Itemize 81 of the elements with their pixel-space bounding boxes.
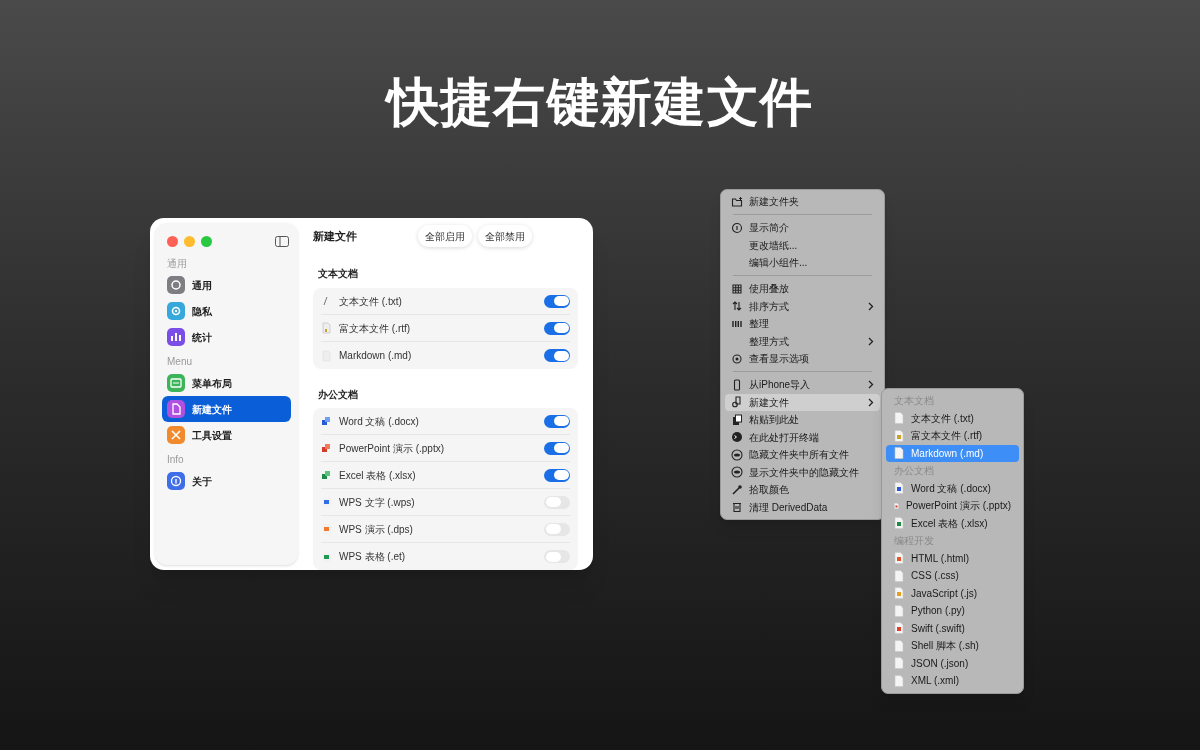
menu-item[interactable]: 整理方式 (725, 332, 880, 350)
menu-item[interactable]: 使用叠放 (725, 280, 880, 298)
menu-item[interactable]: CSS (.css) (886, 567, 1019, 585)
headline: 快捷右键新建文件 (386, 76, 814, 128)
phone-icon (731, 378, 743, 391)
menu-item[interactable]: Excel 表格 (.xlsx) (886, 514, 1019, 532)
file-type-label: WPS 表格 (.et) (339, 550, 406, 564)
toggle-switch[interactable] (544, 441, 570, 455)
powerpoint-doc-icon (321, 442, 332, 454)
info-icon (167, 472, 185, 490)
menu-item[interactable]: 在此处打开终端 (725, 428, 880, 446)
excel-doc-icon (321, 469, 332, 481)
toggle-switch[interactable] (544, 349, 570, 362)
menu-item[interactable]: 显示简介 (725, 219, 880, 237)
menu-item[interactable]: 富文本文件 (.rtf) (886, 427, 1019, 445)
section-heading: 办公文档 (317, 388, 359, 402)
file-type-label: WPS 演示 (.dps) (339, 522, 413, 537)
section-label: 通用 (166, 257, 188, 271)
menu-item[interactable]: PowerPoint 演示 (.pptx) (886, 497, 1019, 515)
menu-item[interactable]: Word 文稿 (.docx) (886, 479, 1019, 497)
menu-item[interactable]: 隐藏文件夹中所有文件 (725, 446, 880, 464)
sidebar-item[interactable]: 关于 (162, 468, 291, 494)
menu-item[interactable]: 清理 DerivedData (725, 498, 880, 516)
menu-item[interactable]: 拾取颜色 (725, 481, 880, 499)
toolbar-button[interactable]: 全部禁用 (478, 225, 532, 247)
page-title: 新建文件 (313, 228, 358, 244)
folder-plus-icon (731, 195, 743, 208)
menu-item[interactable]: 查看显示选项 (725, 350, 880, 368)
section-label: Info (166, 453, 185, 467)
file-type-label: PowerPoint 演示 (.pptx) (339, 441, 445, 456)
section-heading: 文本文档 (317, 267, 359, 281)
file-type-label: WPS 文字 (.wps) (339, 495, 415, 510)
menu-item[interactable]: 从iPhone导入 (725, 376, 880, 394)
toolbar-button[interactable]: 全部启用 (418, 225, 472, 247)
menu-item[interactable]: 整理 (725, 315, 880, 333)
terminal-icon (731, 431, 743, 444)
menu-item[interactable]: 新建文件夹 (725, 193, 880, 211)
sidebar-item[interactable]: 隐私 (162, 298, 291, 324)
section-label: Menu (166, 355, 193, 369)
menu-item[interactable]: Python (.py) (886, 602, 1019, 620)
menu-item[interactable]: 排序方式 (725, 297, 880, 315)
close-button[interactable] (167, 235, 178, 247)
menu-item[interactable]: 粘贴到此处 (725, 411, 880, 429)
file-type-label: Word 文稿 (.docx) (339, 414, 419, 429)
menu-item[interactable]: 编辑小组件... (725, 254, 880, 272)
sidebar-item[interactable]: 菜单布局 (162, 370, 291, 396)
file-type-label: 文本文件 (.txt) (339, 294, 402, 309)
grid-icon (731, 282, 743, 295)
menu-item[interactable]: Shell 脚本 (.sh) (886, 637, 1019, 655)
eyedropper-icon (731, 483, 743, 496)
toggle-switch[interactable] (544, 495, 570, 509)
paste-icon (731, 413, 743, 426)
sort-arrows-icon (731, 300, 743, 313)
word-doc-icon (321, 415, 332, 427)
file-type-label: 富文本文件 (.rtf) (339, 321, 411, 336)
toggle-switch[interactable] (544, 294, 570, 308)
menu-item[interactable]: 更改墙纸... (725, 236, 880, 254)
sidebar-item[interactable]: 通用 (162, 272, 291, 298)
info-icon (731, 221, 743, 234)
trash-icon (731, 501, 743, 514)
toggle-switch[interactable] (544, 522, 570, 536)
menu-item[interactable]: JSON (.json) (886, 654, 1019, 672)
menu-item[interactable]: XML (.xml) (886, 672, 1019, 690)
sidebar-toggle-icon[interactable] (275, 235, 289, 247)
sidebar-item[interactable]: 统计 (162, 324, 291, 350)
toggle-switch[interactable] (544, 321, 570, 335)
bar-chart-icon (167, 328, 185, 346)
menu-item[interactable]: JavaScript (.js) (886, 584, 1019, 602)
file-type-label: Excel 表格 (.xlsx) (339, 468, 416, 483)
sidebar-item[interactable]: 新建文件 (162, 396, 291, 422)
toggle-switch[interactable] (544, 550, 570, 563)
menu-item[interactable]: Swift (.swift) (886, 619, 1019, 637)
layout-icon (167, 374, 185, 392)
menu-item[interactable]: 显示文件夹中的隐藏文件 (725, 463, 880, 481)
file-type-label: Markdown (.md) (339, 349, 412, 363)
toggle-switch[interactable] (544, 414, 570, 428)
menu-item[interactable]: 新建文件 (725, 393, 880, 411)
menu-item[interactable]: HTML (.html) (886, 549, 1019, 567)
menu-item[interactable]: 文本文件 (.txt) (886, 409, 1019, 427)
toggle-switch[interactable] (544, 468, 570, 482)
sidebar-item[interactable]: 工具设置 (162, 422, 291, 448)
